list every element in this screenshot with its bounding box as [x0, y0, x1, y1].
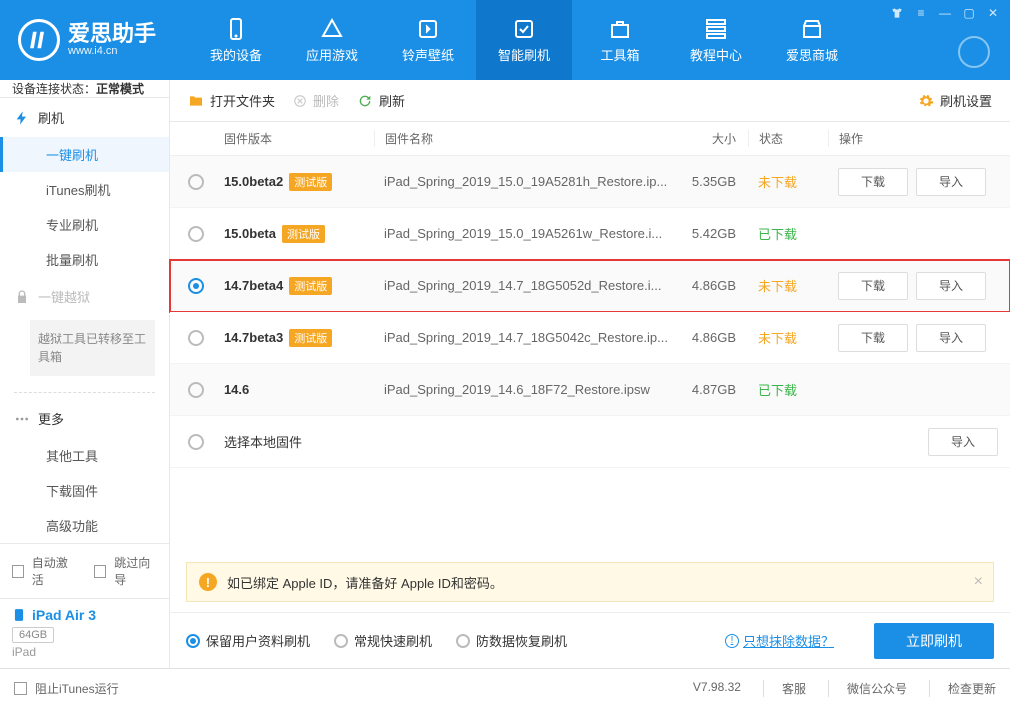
- table-row[interactable]: 14.7beta3测试版iPad_Spring_2019_14.7_18G504…: [170, 312, 1010, 364]
- menu-icon[interactable]: ≡: [914, 6, 928, 20]
- import-button[interactable]: 导入: [916, 272, 986, 300]
- sidebar-item-download-fw[interactable]: 下载固件: [0, 473, 169, 508]
- more-icon: [14, 411, 30, 427]
- wechat-link[interactable]: 微信公众号: [828, 680, 907, 697]
- erase-link[interactable]: ! 只想抹除数据？: [725, 631, 834, 650]
- auto-activate-row: 自动激活 跳过向导: [0, 544, 169, 598]
- flash-option-2[interactable]: 防数据恢复刷机: [456, 631, 567, 650]
- device-icon: [12, 608, 26, 622]
- info-icon: !: [725, 634, 739, 648]
- table-header: 固件版本 固件名称 大小 状态 操作: [170, 122, 1010, 156]
- logo: 爱思助手 www.i4.cn: [0, 19, 188, 61]
- version-label: V7.98.32: [693, 680, 741, 697]
- storage-badge: 64GB: [12, 627, 54, 643]
- sidebar-item-batch[interactable]: 批量刷机: [0, 242, 169, 277]
- window-controls: ≡ — ▢ ✕: [890, 6, 1000, 20]
- maximize-icon[interactable]: ▢: [962, 6, 976, 20]
- download-indicator-icon[interactable]: [958, 36, 990, 68]
- check-update-link[interactable]: 检查更新: [929, 680, 996, 697]
- radio[interactable]: [188, 330, 204, 346]
- sidebar-item-oneclick[interactable]: 一键刷机: [0, 137, 169, 172]
- sidebar-item-advanced[interactable]: 高级功能: [0, 508, 169, 543]
- nav-2[interactable]: 铃声壁纸: [380, 0, 476, 80]
- device-card[interactable]: iPad Air 3 64GB iPad: [0, 598, 169, 669]
- folder-icon: [188, 93, 204, 109]
- download-button[interactable]: 下载: [838, 168, 908, 196]
- refresh-button[interactable]: 刷新: [357, 91, 405, 110]
- auto-activate-checkbox[interactable]: [12, 565, 24, 578]
- status-bar: 阻止iTunes运行 V7.98.32 客服 微信公众号 检查更新: [0, 668, 1010, 708]
- block-itunes-checkbox[interactable]: [14, 682, 27, 695]
- firmware-table: 15.0beta2测试版iPad_Spring_2019_15.0_19A528…: [170, 156, 1010, 416]
- skip-guide-checkbox[interactable]: [94, 565, 106, 578]
- radio[interactable]: [456, 634, 470, 648]
- tshirt-icon[interactable]: [890, 6, 904, 20]
- nav-4[interactable]: 工具箱: [572, 0, 668, 80]
- notice-close-icon[interactable]: ×: [974, 573, 983, 591]
- table-row[interactable]: 15.0beta测试版iPad_Spring_2019_15.0_19A5261…: [170, 208, 1010, 260]
- content: 打开文件夹 删除 刷新 刷机设置 固件版本 固件名称 大小 状态 操作 15.0…: [170, 80, 1010, 668]
- nav-3[interactable]: 智能刷机: [476, 0, 572, 80]
- import-button[interactable]: 导入: [916, 324, 986, 352]
- apple-id-notice: ! 如已绑定 Apple ID，请准备好 Apple ID和密码。 ×: [186, 562, 994, 602]
- nav-1[interactable]: 应用游戏: [284, 0, 380, 80]
- import-button[interactable]: 导入: [928, 428, 998, 456]
- table-row[interactable]: 15.0beta2测试版iPad_Spring_2019_15.0_19A528…: [170, 156, 1010, 208]
- app-site: www.i4.cn: [68, 45, 156, 57]
- minimize-icon[interactable]: —: [938, 6, 952, 20]
- table-row[interactable]: 14.6iPad_Spring_2019_14.6_18F72_Restore.…: [170, 364, 1010, 416]
- sidebar-group-jailbreak: 一键越狱: [0, 277, 169, 316]
- radio[interactable]: [188, 434, 204, 450]
- top-nav: 我的设备应用游戏铃声壁纸智能刷机工具箱教程中心爱思商城: [188, 0, 860, 80]
- download-button[interactable]: 下载: [838, 272, 908, 300]
- sidebar: 设备连接状态： 正常模式 刷机 一键刷机 iTunes刷机 专业刷机 批量刷机 …: [0, 80, 170, 668]
- refresh-icon: [357, 93, 373, 109]
- lock-icon: [14, 289, 30, 305]
- beta-tag: 测试版: [289, 173, 332, 191]
- table-row[interactable]: 14.7beta4测试版iPad_Spring_2019_14.7_18G505…: [170, 260, 1010, 312]
- flash-options: 保留用户资料刷机 常规快速刷机 防数据恢复刷机 ! 只想抹除数据？ 立即刷机: [170, 612, 1010, 668]
- radio[interactable]: [334, 634, 348, 648]
- radio[interactable]: [188, 278, 204, 294]
- radio[interactable]: [186, 634, 200, 648]
- logo-icon: [18, 19, 60, 61]
- flash-option-1[interactable]: 常规快速刷机: [334, 631, 432, 650]
- settings-button[interactable]: 刷机设置: [918, 91, 992, 110]
- nav-0[interactable]: 我的设备: [188, 0, 284, 80]
- flash-option-0[interactable]: 保留用户资料刷机: [186, 631, 310, 650]
- nav-5[interactable]: 教程中心: [668, 0, 764, 80]
- sidebar-item-itunes[interactable]: iTunes刷机: [0, 172, 169, 207]
- sidebar-item-pro[interactable]: 专业刷机: [0, 207, 169, 242]
- radio[interactable]: [188, 226, 204, 242]
- device-status: 设备连接状态： 正常模式: [0, 80, 169, 98]
- sidebar-group-flash[interactable]: 刷机: [0, 98, 169, 137]
- radio[interactable]: [188, 382, 204, 398]
- close-icon[interactable]: ✕: [986, 6, 1000, 20]
- sidebar-group-more[interactable]: 更多: [0, 399, 169, 438]
- delete-icon: [293, 94, 307, 108]
- beta-tag: 测试版: [282, 225, 325, 243]
- open-folder-button[interactable]: 打开文件夹: [188, 91, 275, 110]
- app-header: 爱思助手 www.i4.cn 我的设备应用游戏铃声壁纸智能刷机工具箱教程中心爱思…: [0, 0, 1010, 80]
- download-button[interactable]: 下载: [838, 324, 908, 352]
- nav-6[interactable]: 爱思商城: [764, 0, 860, 80]
- jailbreak-note: 越狱工具已转移至工具箱: [30, 320, 155, 376]
- support-link[interactable]: 客服: [763, 680, 806, 697]
- local-firmware-row[interactable]: 选择本地固件 导入: [170, 416, 1010, 468]
- import-button[interactable]: 导入: [916, 168, 986, 196]
- delete-button[interactable]: 删除: [293, 91, 339, 110]
- flash-now-button[interactable]: 立即刷机: [874, 623, 994, 659]
- beta-tag: 测试版: [289, 277, 332, 295]
- radio[interactable]: [188, 174, 204, 190]
- warning-icon: !: [199, 573, 217, 591]
- beta-tag: 测试版: [289, 329, 332, 347]
- flash-icon: [14, 110, 30, 126]
- toolbar: 打开文件夹 删除 刷新 刷机设置: [170, 80, 1010, 122]
- app-name: 爱思助手: [68, 23, 156, 45]
- sidebar-item-tools[interactable]: 其他工具: [0, 438, 169, 473]
- gear-icon: [918, 93, 934, 109]
